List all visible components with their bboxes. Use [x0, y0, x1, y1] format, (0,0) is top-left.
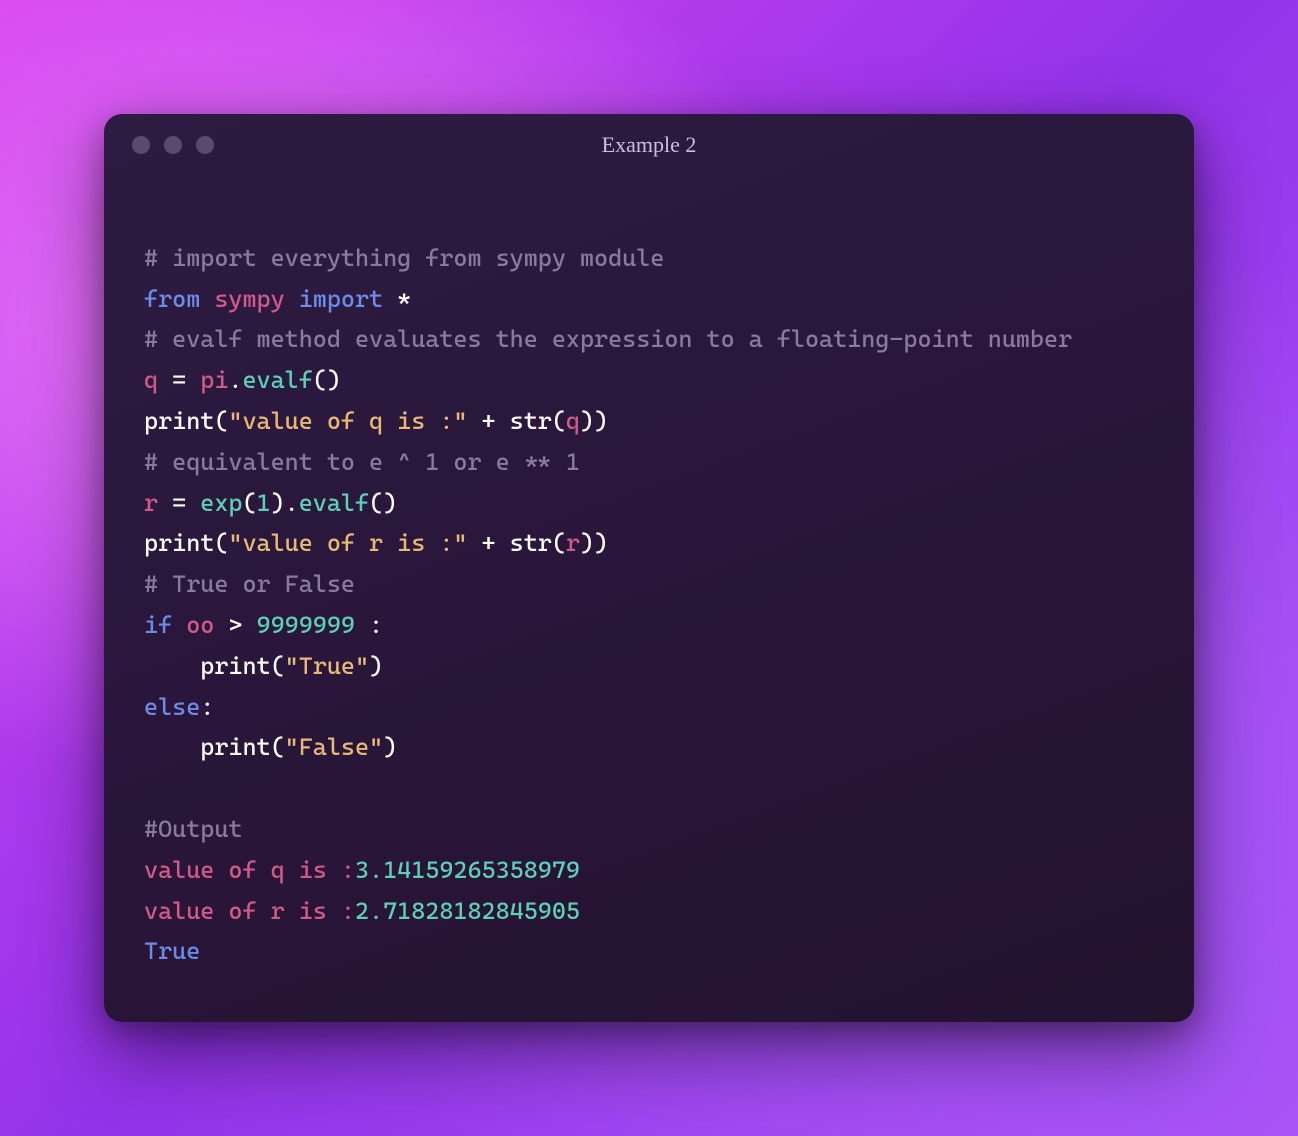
code-keyword: else — [144, 693, 200, 721]
maximize-icon[interactable] — [196, 136, 214, 154]
code-identifier: oo — [186, 611, 214, 639]
output-value: 3.14159265358979 — [355, 856, 580, 884]
code-number: 9999999 — [257, 611, 355, 639]
code-keyword: from — [144, 285, 200, 313]
code-keyword: import — [299, 285, 383, 313]
code-punct: )) — [580, 529, 608, 557]
code-method: evalf — [242, 366, 312, 394]
code-operator: > — [214, 611, 256, 639]
code-operator: + — [467, 407, 509, 435]
code-string: "True" — [285, 652, 369, 680]
code-keyword: if — [144, 611, 172, 639]
close-icon[interactable] — [132, 136, 150, 154]
code-variable: r — [566, 529, 580, 557]
code-indent — [144, 733, 200, 761]
code-variable: q — [566, 407, 580, 435]
code-punct: : — [200, 693, 214, 721]
output-label: value of q is : — [144, 856, 355, 884]
code-module: sympy — [214, 285, 284, 313]
code-variable: r — [144, 489, 158, 517]
code-identifier: pi — [200, 366, 228, 394]
code-string: "value of r is :" — [228, 529, 467, 557]
code-number: 1 — [257, 489, 271, 517]
output-value: 2.71828182845905 — [355, 897, 580, 925]
code-indent — [144, 652, 200, 680]
code-punct: ) — [383, 733, 397, 761]
code-method: evalf — [299, 489, 369, 517]
code-operator: = — [158, 366, 200, 394]
code-builtin: str — [510, 529, 552, 557]
code-comment: # True or False — [144, 570, 355, 598]
traffic-lights — [132, 136, 214, 154]
code-punct: () — [369, 489, 397, 517]
code-comment: # import everything from sympy module — [144, 244, 664, 272]
code-comment: # evalf method evaluates the expression … — [144, 325, 1072, 353]
code-builtin: print — [200, 733, 270, 761]
minimize-icon[interactable] — [164, 136, 182, 154]
output-value: True — [144, 937, 200, 965]
code-punct: )) — [580, 407, 608, 435]
code-operator: = — [158, 489, 200, 517]
code-block: # import everything from sympy module fr… — [104, 168, 1194, 982]
code-operator: * — [397, 285, 411, 313]
titlebar: Example 2 — [104, 114, 1194, 168]
code-builtin: str — [510, 407, 552, 435]
code-punct: ( — [242, 489, 256, 517]
code-builtin: print — [144, 529, 214, 557]
code-space — [172, 611, 186, 639]
code-string: "value of q is :" — [228, 407, 467, 435]
code-punct: . — [285, 489, 299, 517]
code-comment: # equivalent to e ^ 1 or e ** 1 — [144, 448, 580, 476]
code-punct: () — [313, 366, 341, 394]
code-builtin: print — [200, 652, 270, 680]
code-punct: ( — [552, 529, 566, 557]
code-punct: ( — [271, 652, 285, 680]
code-window: Example 2 # import everything from sympy… — [104, 114, 1194, 1022]
code-punct: ( — [214, 529, 228, 557]
code-punct: ) — [369, 652, 383, 680]
window-title: Example 2 — [104, 132, 1194, 158]
code-punct: : — [355, 611, 383, 639]
output-label: value of r is : — [144, 897, 355, 925]
code-variable: q — [144, 366, 158, 394]
output-header: #Output — [144, 815, 242, 843]
code-function: exp — [200, 489, 242, 517]
code-string: "False" — [285, 733, 383, 761]
code-punct: ) — [271, 489, 285, 517]
code-punct: ( — [552, 407, 566, 435]
code-operator: + — [467, 529, 509, 557]
code-punct: . — [228, 366, 242, 394]
code-punct: ( — [214, 407, 228, 435]
code-builtin: print — [144, 407, 214, 435]
code-punct: ( — [271, 733, 285, 761]
